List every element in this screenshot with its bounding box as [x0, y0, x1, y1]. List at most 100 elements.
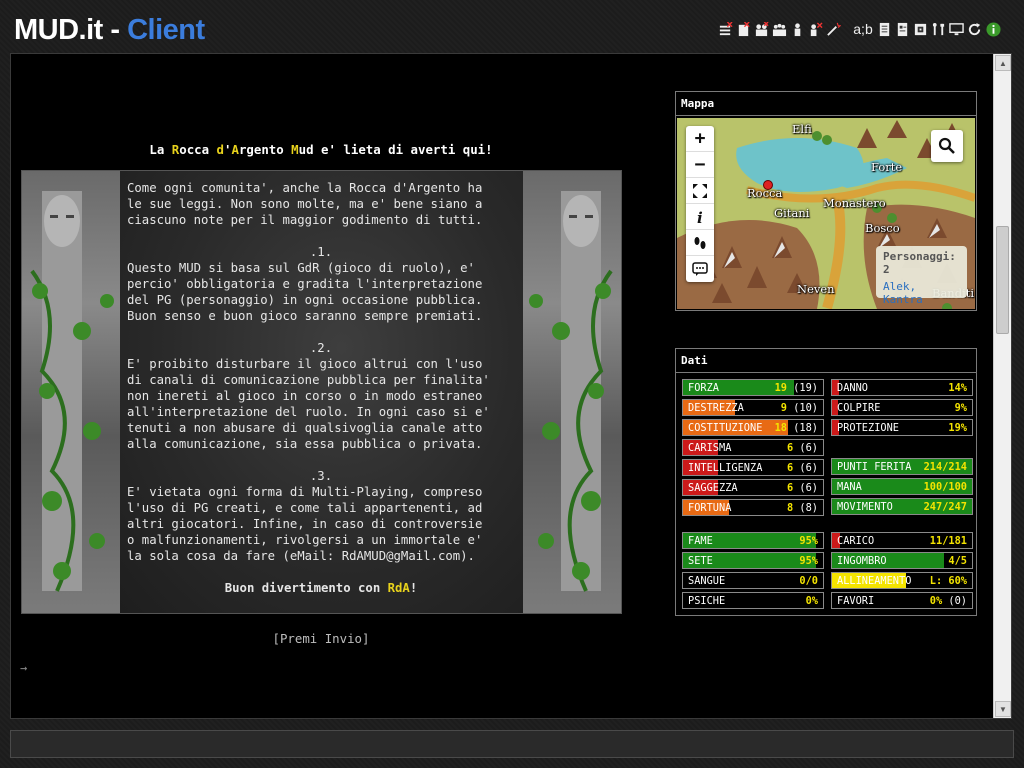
stat-value-main: 6: [786, 462, 794, 474]
welcome-text: La: [149, 142, 172, 157]
stat-value: 18 (18): [775, 422, 818, 434]
rules-text-panel: Come ogni comunita', anche la Rocca d'Ar…: [120, 171, 523, 613]
zoom-in-button[interactable]: +: [686, 126, 714, 152]
person-icon[interactable]: [790, 20, 805, 38]
info-icon[interactable]: [985, 20, 1002, 38]
refresh-icon[interactable]: [967, 20, 982, 38]
toolbar: a;b: [718, 20, 1002, 38]
wand-icon[interactable]: [826, 20, 841, 38]
stat-label: CARICO: [837, 535, 875, 547]
zoom-out-button[interactable]: −: [686, 152, 714, 178]
stat-destrezza: DESTREZZA 9 (10): [682, 399, 824, 416]
welcome-text: occa: [179, 142, 217, 157]
main-frame: La Rocca d'Argento Mud e' lieta di avert…: [10, 53, 1012, 719]
player-location-marker[interactable]: [763, 180, 773, 190]
stat-value-main: 6: [786, 482, 794, 494]
characters-popup: Personaggi: 2 Alek, Kantra: [876, 246, 967, 306]
tools-icon[interactable]: [931, 20, 946, 38]
output-scrollbar[interactable]: ▲ ▼: [993, 54, 1011, 718]
stats-title: Dati: [676, 349, 976, 373]
stats-panel: Dati FORZA 19 (19) DESTREZZA 9 (10) COSTITUZ…: [675, 348, 977, 616]
map-panel: Mappa Elfi Rocca Gitani Monastero Forte …: [675, 91, 977, 311]
stat-costituzione: COSTITUZIONE 18 (18): [682, 419, 824, 436]
game-output: La Rocca d'Argento Mud e' lieta di avert…: [11, 54, 977, 718]
input-cursor: →: [20, 661, 28, 675]
command-input[interactable]: [10, 730, 1014, 758]
scroll-down-arrow-icon[interactable]: ▼: [995, 701, 1011, 717]
welcome-text: rgento: [238, 142, 292, 157]
stat-label: FORTUNA: [688, 502, 732, 514]
stat-value-max: (10): [793, 402, 818, 414]
rules-intro: Come ogni comunita', anche la Rocca d'Ar…: [127, 181, 483, 227]
stat-punti-ferita: PUNTI FERITA 214/214: [831, 458, 973, 475]
popup-title: Personaggi: 2: [883, 250, 956, 276]
welcome-highlight: M: [291, 142, 299, 157]
stat-value-main: 0/0: [799, 575, 818, 587]
stat-label: INTELLIGENZA: [688, 462, 763, 474]
stat-psiche: PSICHE 0%: [682, 592, 824, 609]
scroll-up-arrow-icon[interactable]: ▲: [995, 55, 1011, 71]
people-remove-icon[interactable]: [754, 20, 769, 38]
chat-icon[interactable]: [686, 256, 714, 282]
stat-allineamento: ALLINEAMENTO L: 60%: [831, 572, 973, 589]
stat-label: PSICHE: [688, 595, 726, 607]
stat-value: 100/100: [924, 481, 967, 493]
document-icon[interactable]: [877, 20, 892, 38]
brand-main: MUD.it: [14, 14, 103, 46]
stat-value-max: (18): [793, 422, 818, 434]
stat-value-main: 14%: [948, 382, 967, 394]
stat-value: 95%: [799, 555, 818, 567]
stat-value: 6 (6): [787, 442, 818, 454]
people-group-icon[interactable]: [772, 20, 787, 38]
stat-colpire: COLPIRE 9%: [831, 399, 973, 416]
document-list-icon[interactable]: [895, 20, 910, 38]
map-view[interactable]: Elfi Rocca Gitani Monastero Forte Bosco …: [677, 118, 975, 309]
stat-value-main: 19: [774, 382, 787, 394]
footsteps-icon[interactable]: [686, 230, 714, 256]
stat-value: 9%: [955, 402, 967, 414]
rule-text: E' proibito disturbare il gioco altrui c…: [127, 357, 490, 451]
welcome-highlight: A: [231, 142, 239, 157]
stat-value: 11/181: [930, 535, 967, 547]
fullscreen-icon[interactable]: [686, 178, 714, 204]
person-remove-icon[interactable]: [808, 20, 823, 38]
stat-label: COSTITUZIONE: [688, 422, 763, 434]
stat-value-max: (8): [799, 502, 818, 514]
rule-text: E' vietata ogni forma di Multi-Playing, …: [127, 485, 483, 563]
right-pillar-image: [523, 171, 621, 613]
scrollbar-thumb[interactable]: [996, 226, 1009, 334]
stat-value-main: 11/181: [929, 535, 967, 547]
info-icon[interactable]: i: [686, 204, 714, 230]
map-place-label: Gitani: [774, 206, 810, 220]
stat-label: PUNTI FERITA: [837, 461, 912, 473]
notes-remove-icon[interactable]: [736, 20, 751, 38]
map-place-label: Elfi: [792, 122, 812, 136]
font-size-icon[interactable]: a;b: [852, 20, 874, 38]
stat-value-main: 0%: [929, 595, 943, 607]
goodbye-name: RdA: [387, 581, 410, 595]
stat-label: FORZA: [688, 382, 719, 394]
map-place-label: Neven: [797, 282, 835, 296]
search-icon: [938, 137, 955, 154]
popup-character-names[interactable]: Alek, Kantra: [883, 280, 960, 306]
brand-separator: -: [102, 14, 128, 46]
app-title: MUD.it - Client: [14, 14, 205, 47]
stat-label: COLPIRE: [837, 402, 881, 414]
map-place-label: Forte: [871, 160, 903, 174]
stat-value-main: 9: [780, 402, 787, 414]
stat-label: MOVIMENTO: [837, 501, 893, 513]
stat-value: 19 (19): [775, 382, 818, 394]
stat-saggezza: SAGGEZZA 6 (6): [682, 479, 824, 496]
stat-label: PROTEZIONE: [837, 422, 899, 434]
stat-fortuna: FORTUNA 8 (8): [682, 499, 824, 516]
left-pillar-image: [22, 171, 120, 613]
svg-text:i: i: [697, 209, 703, 225]
monitor-icon[interactable]: [949, 20, 964, 38]
list-remove-icon[interactable]: [718, 20, 733, 38]
stat-sete: SETE 95%: [682, 552, 824, 569]
export-icon[interactable]: [913, 20, 928, 38]
rule-number: .1.: [309, 245, 333, 259]
stat-label: MANA: [837, 481, 862, 493]
stat-value-main: 95%: [799, 555, 818, 567]
map-search-button[interactable]: [931, 130, 963, 162]
